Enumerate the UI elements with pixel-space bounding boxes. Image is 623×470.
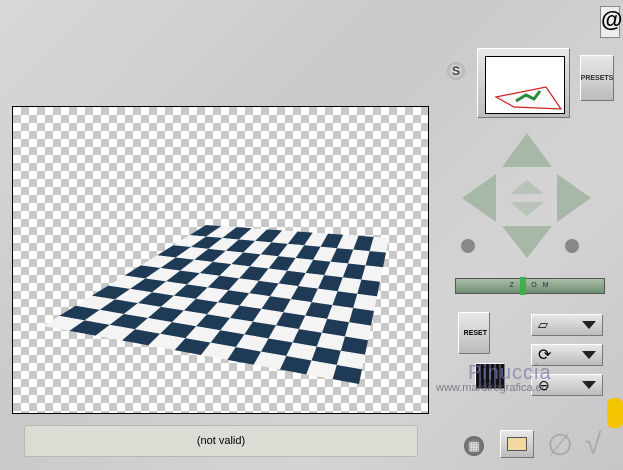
grid-perspective-icon: ▱ [538, 317, 548, 332]
watermark-url: www.mardiregrafica.eu [436, 382, 548, 394]
status-text: (not valid) [196, 435, 246, 447]
plugin-window: @ S PRESETS Z O O M RESET ▱ ⟳ ⊖ Pinuccia… [0, 0, 623, 470]
preview-thumbnail [477, 48, 570, 118]
arrow-left-icon[interactable] [462, 174, 496, 222]
reset-label: RESET [463, 329, 487, 337]
logo-icon[interactable]: @ [600, 6, 622, 38]
zoom-slider-thumb[interactable] [519, 277, 526, 295]
presets-button[interactable]: PRESETS [580, 55, 614, 101]
preview-image [485, 56, 565, 114]
grid-icon[interactable]: ▦ [464, 436, 484, 456]
tile [357, 279, 380, 297]
tile [353, 293, 377, 311]
zoom-label: Z O O M [509, 282, 551, 289]
zoom-slider[interactable]: Z O O M [455, 277, 605, 295]
rotate-right-icon[interactable] [565, 239, 579, 253]
s-button[interactable]: S [447, 62, 465, 80]
preview-canvas[interactable] [12, 106, 429, 414]
reset-button[interactable]: RESET [458, 312, 490, 354]
ok-checkmark-icon[interactable]: √ [585, 428, 601, 462]
arrow-up-icon[interactable] [502, 133, 552, 167]
arrow-right-icon[interactable] [557, 174, 591, 222]
pointing-hand-icon [607, 398, 623, 428]
arrow-down-icon[interactable] [502, 226, 552, 258]
small-up-icon[interactable] [510, 180, 544, 194]
perspective-dropdown[interactable]: ▱ [531, 314, 603, 336]
folder-icon [507, 437, 527, 451]
status-bar: (not valid) [24, 425, 418, 457]
chevron-down-icon [582, 351, 596, 359]
open-folder-button[interactable] [500, 430, 534, 458]
small-down-icon[interactable] [510, 202, 544, 216]
tiled-plane [43, 225, 389, 384]
chevron-down-icon [582, 321, 596, 329]
cancel-icon[interactable]: ∅ [547, 428, 573, 463]
rotate-left-icon[interactable] [461, 239, 475, 253]
chevron-down-icon [582, 381, 596, 389]
